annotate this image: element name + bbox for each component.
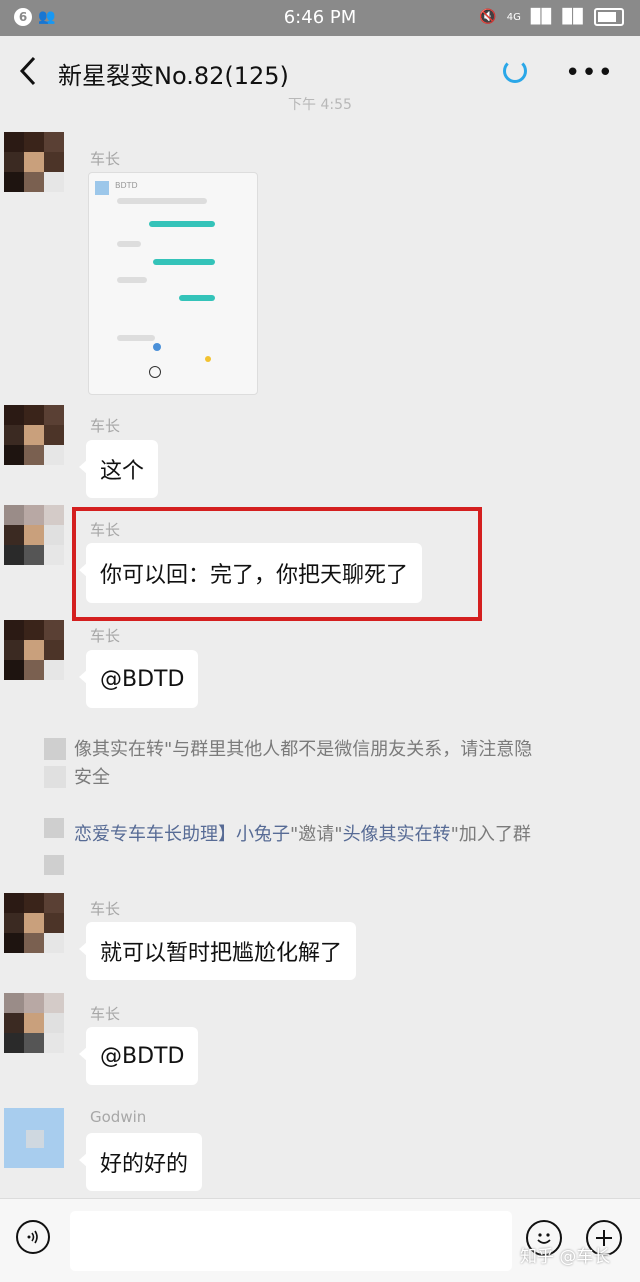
avatar[interactable] [4, 405, 64, 465]
inviter-link[interactable]: 恋爱专车车长助理】 [74, 824, 236, 845]
system-notice-line2: 安全 [74, 767, 110, 788]
invitee-link[interactable]: 头像其实在转 [343, 824, 451, 845]
chevron-left-icon [19, 56, 36, 86]
input-bar [0, 1198, 640, 1282]
blurred-avatar [44, 818, 64, 838]
more-button[interactable]: ••• [565, 58, 614, 88]
chat-timestamp: 下午 4:55 [288, 97, 352, 113]
mute-icon: 🔇 [479, 9, 497, 25]
sender-name: 车长 [90, 150, 121, 168]
thumbnail-label: BDTD [115, 181, 138, 190]
sender-name: 车长 [90, 1005, 121, 1023]
watermark: 知乎 @车长 [520, 1247, 611, 1267]
sender-name: 车长 [90, 900, 121, 918]
thumbnail-avatar [95, 181, 109, 195]
voice-icon [27, 1230, 38, 1244]
loading-icon [503, 59, 527, 83]
avatar[interactable] [4, 620, 64, 680]
status-bar: 6 👥 6:46 PM 🔇 4G ▉▉ ▉▉ [0, 0, 640, 36]
message-bubble[interactable]: 这个 [78, 440, 159, 498]
message-bubble[interactable]: 好的好的 [78, 1133, 203, 1191]
chat-title[interactable]: 新星裂变No.82(125) [58, 56, 289, 91]
message-bubble[interactable]: 就可以暂时把尴尬化解了 [78, 922, 357, 980]
message-bubble[interactable]: @BDTD [78, 650, 199, 708]
invite-text-end: "加入了群 [450, 824, 531, 845]
blurred-avatar [44, 855, 64, 875]
image-message[interactable]: BDTD [88, 172, 258, 395]
inviter-name-link[interactable]: 小兔子 [236, 824, 290, 845]
avatar[interactable] [4, 893, 64, 953]
blurred-avatar [44, 766, 66, 788]
system-notice-line1: 像其实在转"与群里其他人都不是微信朋友关系，请注意隐 [74, 739, 533, 760]
highlight-box [72, 507, 482, 621]
voice-button[interactable] [16, 1220, 50, 1254]
back-button[interactable] [16, 54, 46, 88]
avatar[interactable] [4, 1108, 64, 1168]
system-notice-invite: 恋爱专车车长助理】小兔子"邀请"头像其实在转"加入了群 [74, 820, 531, 846]
avatar[interactable] [4, 505, 64, 565]
avatar[interactable] [4, 132, 64, 192]
network-type: 4G [506, 11, 521, 23]
avatar[interactable] [4, 993, 64, 1053]
signal-icon-2: ▉▉ [562, 9, 584, 25]
blurred-avatar [44, 738, 66, 760]
message-bubble[interactable]: @BDTD [78, 1027, 199, 1085]
invite-text: "邀请" [290, 824, 343, 845]
battery-icon [594, 8, 624, 26]
signal-icon: ▉▉ [530, 9, 553, 25]
sender-name: Godwin [90, 1108, 147, 1126]
sender-name: 车长 [90, 417, 121, 435]
message-input[interactable] [70, 1211, 512, 1271]
sender-name: 车长 [90, 627, 121, 645]
